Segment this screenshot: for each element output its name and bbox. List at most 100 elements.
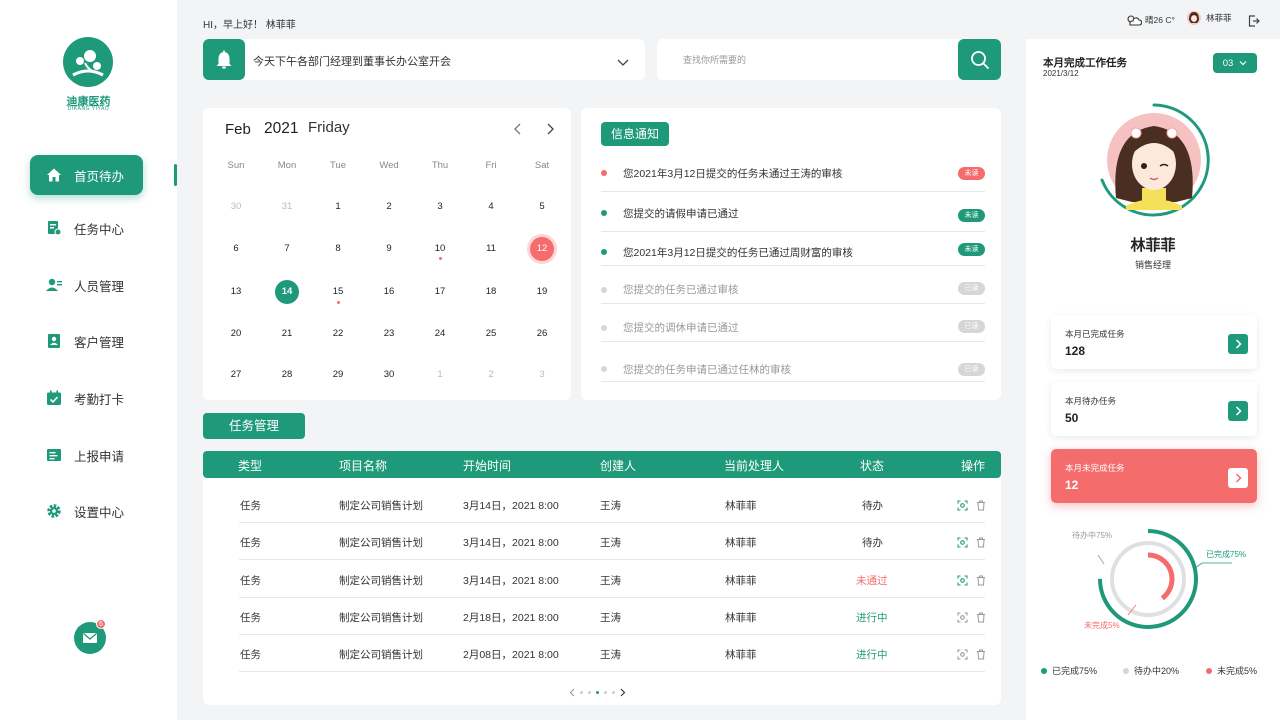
nav-label: 考勤打卡 xyxy=(74,392,125,407)
calendar-day[interactable]: 30 xyxy=(377,363,401,387)
nav-item-customers[interactable]: 客户管理 xyxy=(30,321,143,361)
calendar-day[interactable]: 8 xyxy=(326,237,350,261)
chevron-down-icon[interactable] xyxy=(617,54,629,72)
chevron-left-icon[interactable] xyxy=(569,688,575,697)
user-name: 林菲菲 xyxy=(1206,13,1232,23)
calendar-day[interactable]: 20 xyxy=(224,322,248,346)
calendar-day[interactable]: 24 xyxy=(428,322,452,346)
calendar-day[interactable]: 26 xyxy=(530,322,554,346)
table-row[interactable]: 任务 制定公司销售计划 3月14日，2021 8:00 王涛 林菲菲 待办 xyxy=(239,523,985,560)
view-icon[interactable] xyxy=(957,647,968,665)
gear-icon xyxy=(46,503,62,519)
calendar-day[interactable]: 1 xyxy=(326,195,350,219)
notice-item[interactable]: 您2021年3月12日提交的任务未通过王涛的审核 未读 xyxy=(601,154,985,192)
table-row[interactable]: 任务 制定公司销售计划 2月08日，2021 8:00 王涛 林菲菲 进行中 xyxy=(239,635,985,672)
calendar-day[interactable]: 23 xyxy=(377,322,401,346)
nav-item-attendance[interactable]: 考勤打卡 xyxy=(30,378,143,418)
calendar-day[interactable]: 5 xyxy=(530,195,554,219)
tab-notices[interactable]: 信息通知 xyxy=(601,122,669,146)
logo-icon xyxy=(63,37,113,87)
calendar-day[interactable]: 7 xyxy=(275,237,299,261)
page-dot[interactable] xyxy=(580,691,583,694)
nav-item-home[interactable]: 首页待办 xyxy=(30,155,143,195)
status-dot xyxy=(601,249,607,255)
chevron-right-icon[interactable] xyxy=(620,688,626,697)
delete-icon[interactable] xyxy=(976,498,986,516)
nav-item-tasks[interactable]: 任务中心 xyxy=(30,208,143,248)
month-select-value: 03 xyxy=(1222,57,1234,69)
bell-icon xyxy=(203,39,245,80)
search-button[interactable] xyxy=(958,39,1001,80)
calendar-day[interactable]: 6 xyxy=(224,237,248,261)
delete-icon[interactable] xyxy=(976,573,986,591)
chevron-right-icon[interactable] xyxy=(545,122,555,140)
page-dot-active[interactable] xyxy=(596,691,599,694)
chevron-right-icon[interactable] xyxy=(1228,468,1248,488)
user-menu[interactable]: 林菲菲 xyxy=(1187,11,1232,25)
stat-card-completed[interactable]: 本月已完成任务 128 xyxy=(1051,315,1257,369)
ring-label-done: 已完成75% xyxy=(1206,549,1246,559)
weather-text: 晴26 C° xyxy=(1145,15,1175,25)
logout-icon[interactable] xyxy=(1248,14,1260,32)
view-icon[interactable] xyxy=(957,573,968,591)
calendar-day[interactable]: 2 xyxy=(479,363,503,387)
nav-item-settings[interactable]: 设置中心 xyxy=(30,491,143,531)
calendar-day[interactable]: 1 xyxy=(428,363,452,387)
calendar-day[interactable]: 13 xyxy=(224,280,248,304)
calendar-day[interactable]: 22 xyxy=(326,322,350,346)
search-input[interactable] xyxy=(683,39,943,80)
page-dot[interactable] xyxy=(612,691,615,694)
cell-handler: 林菲菲 xyxy=(725,537,757,549)
calendar-day[interactable]: 4 xyxy=(479,195,503,219)
calendar-day[interactable]: 9 xyxy=(377,237,401,261)
notice-item[interactable]: 您提交的请假申请已通过 未读 xyxy=(601,194,985,232)
stat-card-uncompleted[interactable]: 本月未完成任务 12 xyxy=(1051,449,1257,503)
delete-icon[interactable] xyxy=(976,610,986,628)
notice-item[interactable]: 您提交的任务申请已通过任林的审核 已读 xyxy=(601,344,985,382)
table-row[interactable]: 任务 制定公司销售计划 2月18日，2021 8:00 王涛 林菲菲 进行中 xyxy=(239,598,985,635)
cell-status: 待办 xyxy=(862,537,883,549)
calendar-day[interactable]: 19 xyxy=(530,280,554,304)
chevron-right-icon[interactable] xyxy=(1228,401,1248,421)
calendar-day[interactable]: 31 xyxy=(275,195,299,219)
notice-item[interactable]: 您2021年3月12日提交的任务已通过周财富的审核 未读 xyxy=(601,228,985,266)
calendar-day[interactable]: 11 xyxy=(479,237,503,261)
chevron-left-icon[interactable] xyxy=(513,122,523,140)
calendar-day[interactable]: 2 xyxy=(377,195,401,219)
view-icon[interactable] xyxy=(957,498,968,516)
calendar-day[interactable]: 3 xyxy=(530,363,554,387)
notice-item[interactable]: 您提交的任务已通过审核 已读 xyxy=(601,266,985,304)
page-dot[interactable] xyxy=(588,691,591,694)
calendar-day[interactable]: 30 xyxy=(224,195,248,219)
calendar-day[interactable]: 27 xyxy=(224,363,248,387)
legend-label: 已完成75% xyxy=(1052,666,1098,676)
calendar-day[interactable]: 17 xyxy=(428,280,452,304)
nav-item-report[interactable]: 上报申请 xyxy=(30,435,143,475)
calendar-day-today[interactable]: 14 xyxy=(275,280,299,304)
tab-task-management[interactable]: 任务管理 xyxy=(203,413,305,439)
table-row[interactable]: 任务 制定公司销售计划 3月14日，2021 8:00 王涛 林菲菲 未通过 xyxy=(239,561,985,598)
calendar-day[interactable]: 25 xyxy=(479,322,503,346)
calendar-day[interactable]: 18 xyxy=(479,280,503,304)
notice-item[interactable]: 您提交的调休申请已通过 已读 xyxy=(601,304,985,342)
calendar-day[interactable]: 16 xyxy=(377,280,401,304)
panel-date: 2021/3/12 xyxy=(1043,69,1079,78)
chevron-right-icon[interactable] xyxy=(1228,334,1248,354)
cell-type: 任务 xyxy=(240,500,261,512)
panel-title: 本月完成工作任务 xyxy=(1043,57,1127,69)
delete-icon[interactable] xyxy=(976,535,986,553)
calendar-day[interactable]: 21 xyxy=(275,322,299,346)
view-icon[interactable] xyxy=(957,535,968,553)
page-dot[interactable] xyxy=(604,691,607,694)
calendar-day[interactable]: 28 xyxy=(275,363,299,387)
nav-item-people[interactable]: 人员管理 xyxy=(30,265,143,305)
month-select[interactable]: 03 xyxy=(1213,53,1257,73)
calendar-day[interactable]: 29 xyxy=(326,363,350,387)
announcement-bar[interactable]: 今天下午各部门经理到董事长办公室开会 xyxy=(203,39,645,80)
stat-card-pending[interactable]: 本月待办任务 50 xyxy=(1051,382,1257,436)
view-icon[interactable] xyxy=(957,610,968,628)
delete-icon[interactable] xyxy=(976,647,986,665)
calendar-day-selected[interactable]: 12 xyxy=(530,237,554,261)
calendar-day[interactable]: 3 xyxy=(428,195,452,219)
table-row[interactable]: 任务 制定公司销售计划 3月14日，2021 8:00 王涛 林菲菲 待办 xyxy=(239,486,985,523)
